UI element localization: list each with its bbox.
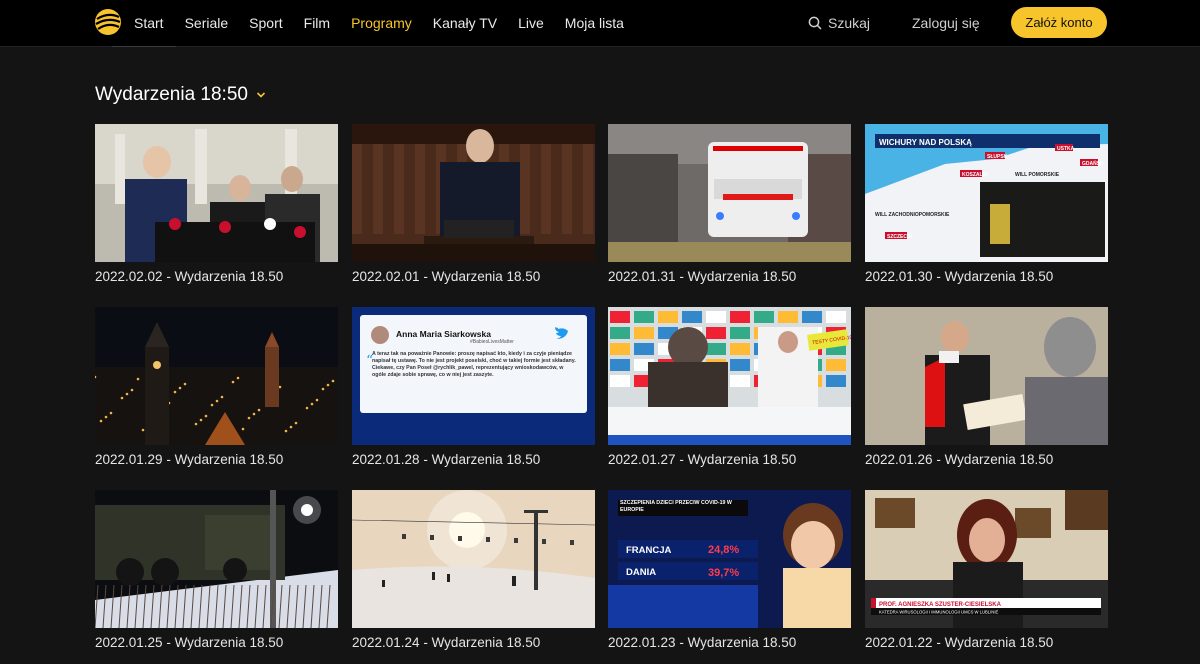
- page-title: Wydarzenia 18:50: [95, 84, 248, 105]
- episode-card[interactable]: 2022.02.02 - Wydarzenia 18.50: [95, 124, 338, 284]
- episode-title[interactable]: 2022.01.31 - Wydarzenia 18.50: [608, 269, 851, 284]
- episode-thumbnail[interactable]: PROF. AGNIESZKA SZUSTER-CIESIELSKA KATEDR…: [865, 490, 1108, 628]
- svg-text:DANIA: DANIA: [626, 567, 656, 578]
- episode-card[interactable]: 2022.01.31 - Wydarzenia 18.50: [608, 124, 851, 284]
- nav-underline: [0, 46, 1200, 47]
- episode-card[interactable]: 2022.01.24 - Wydarzenia 18.50: [352, 490, 595, 650]
- search-icon: [808, 16, 822, 30]
- svg-text:KOSZALIN: KOSZALIN: [962, 172, 988, 178]
- nav-item-seriale[interactable]: Seriale: [185, 15, 229, 31]
- episode-card[interactable]: 2022.01.25 - Wydarzenia 18.50: [95, 490, 338, 650]
- episode-title[interactable]: 2022.01.24 - Wydarzenia 18.50: [352, 635, 595, 650]
- svg-text:#BabiesLivesMatter: #BabiesLivesMatter: [470, 339, 514, 345]
- episode-card[interactable]: TESTY COVID-19 2022.01.27 - Wydarzenia 18…: [608, 307, 851, 467]
- login-link[interactable]: Zaloguj się: [912, 0, 980, 46]
- episode-thumbnail[interactable]: TESTY COVID-19: [608, 307, 851, 445]
- brand-logo-icon[interactable]: [94, 8, 122, 36]
- episode-thumbnail[interactable]: [95, 307, 338, 445]
- nav-item-sport[interactable]: Sport: [249, 15, 282, 31]
- episode-thumbnail[interactable]: WICHURY NAD POLSKĄ SŁUPSK USTKA KOSZALIN GDA…: [865, 124, 1108, 262]
- chevron-down-icon: [256, 92, 266, 98]
- episode-card[interactable]: 2022.01.29 - Wydarzenia 18.50: [95, 307, 338, 467]
- episode-card[interactable]: WICHURY NAD POLSKĄ SŁUPSK USTKA KOSZALIN GDA…: [865, 124, 1108, 284]
- episode-card[interactable]: PROF. AGNIESZKA SZUSTER-CIESIELSKA KATEDR…: [865, 490, 1108, 650]
- svg-text:39,7%: 39,7%: [708, 567, 739, 579]
- episode-card[interactable]: SZCZEPIENIA DZIECI PRZECIW COVID-19 W EU…: [608, 490, 851, 650]
- svg-text:GDAŃSK: GDAŃSK: [1082, 159, 1104, 167]
- nav-item-moja-lista[interactable]: Moja lista: [565, 15, 624, 31]
- svg-text:SŁUPSK: SŁUPSK: [987, 154, 1008, 160]
- episode-card[interactable]: 2022.01.26 - Wydarzenia 18.50: [865, 307, 1108, 467]
- svg-text:KATEDRA WIRUSOLOGII I IMMUNOLO: KATEDRA WIRUSOLOGII I IMMUNOLOGII UMCS W…: [879, 610, 998, 615]
- svg-text:“: “: [366, 353, 373, 369]
- episode-card[interactable]: 2022.02.01 - Wydarzenia 18.50: [352, 124, 595, 284]
- nav-item-film[interactable]: Film: [304, 15, 330, 31]
- nav-item-live[interactable]: Live: [518, 15, 544, 31]
- episode-title[interactable]: 2022.02.01 - Wydarzenia 18.50: [352, 269, 595, 284]
- episode-thumbnail[interactable]: [352, 124, 595, 262]
- episode-title[interactable]: 2022.01.23 - Wydarzenia 18.50: [608, 635, 851, 650]
- nav-item-start[interactable]: Start: [134, 15, 164, 31]
- episode-title[interactable]: 2022.01.26 - Wydarzenia 18.50: [865, 452, 1108, 467]
- svg-text:WILL ZACHODNIOPOMORSKIE: WILL ZACHODNIOPOMORSKIE: [875, 212, 950, 218]
- section-title-dropdown[interactable]: Wydarzenia 18:50: [95, 84, 266, 106]
- top-navigation-bar: Start Seriale Sport Film Programy Kanały TV Li…: [0, 0, 1200, 46]
- svg-text:PROF. AGNIESZKA SZUSTER-CIESIE: PROF. AGNIESZKA SZUSTER-CIESIELSKA: [879, 602, 1002, 608]
- episode-thumbnail[interactable]: [865, 307, 1108, 445]
- episode-title[interactable]: 2022.01.25 - Wydarzenia 18.50: [95, 635, 338, 650]
- svg-text:WICHURY NAD POLSKĄ: WICHURY NAD POLSKĄ: [879, 138, 972, 147]
- episode-thumbnail[interactable]: [95, 124, 338, 262]
- episode-title[interactable]: 2022.01.28 - Wydarzenia 18.50: [352, 452, 595, 467]
- episode-thumbnail[interactable]: SZCZEPIENIA DZIECI PRZECIW COVID-19 W EU…: [608, 490, 851, 628]
- svg-text:FRANCJA: FRANCJA: [626, 545, 672, 556]
- svg-text:24,8%: 24,8%: [708, 544, 739, 556]
- svg-text:SZCZECIN: SZCZECIN: [887, 234, 912, 240]
- episode-thumbnail[interactable]: [608, 124, 851, 262]
- episode-title[interactable]: 2022.02.02 - Wydarzenia 18.50: [95, 269, 338, 284]
- svg-text:USTKA: USTKA: [1057, 146, 1075, 152]
- signup-button[interactable]: Załóż konto: [1011, 7, 1107, 38]
- episode-thumbnail[interactable]: Anna Maria Siarkowska #BabiesLivesMatter A…: [352, 307, 595, 445]
- svg-text:Anna Maria Siarkowska: Anna Maria Siarkowska: [396, 329, 491, 339]
- episode-title[interactable]: 2022.01.22 - Wydarzenia 18.50: [865, 635, 1108, 650]
- search-button[interactable]: Szukaj: [808, 0, 870, 46]
- search-label: Szukaj: [828, 15, 871, 31]
- episode-title[interactable]: 2022.01.30 - Wydarzenia 18.50: [865, 269, 1108, 284]
- episode-thumbnail[interactable]: [352, 490, 595, 628]
- episode-card[interactable]: Anna Maria Siarkowska #BabiesLivesMatter A…: [352, 307, 595, 467]
- episode-thumbnail[interactable]: [95, 490, 338, 628]
- nav-item-kanały-tv[interactable]: Kanały TV: [433, 15, 497, 31]
- nav-item-programy[interactable]: Programy: [351, 15, 412, 31]
- main-nav: Start Seriale Sport Film Programy Kanały TV Li…: [134, 0, 645, 46]
- episode-title[interactable]: 2022.01.29 - Wydarzenia 18.50: [95, 452, 338, 467]
- svg-text:WILL POMORSKIE: WILL POMORSKIE: [1015, 172, 1060, 178]
- episode-title[interactable]: 2022.01.27 - Wydarzenia 18.50: [608, 452, 851, 467]
